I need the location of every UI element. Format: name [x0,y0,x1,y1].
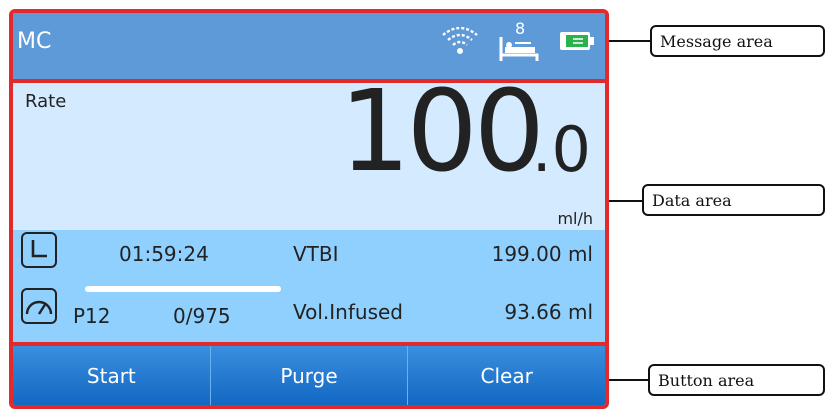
progress-bar [85,286,281,292]
vol-infused-label: Vol.Infused [293,300,403,324]
data-area-callout: Data area [642,184,825,216]
profile-label: P12 [73,304,111,328]
message-area-callout: Message area [650,25,825,57]
data-area-leader [609,200,642,202]
remaining-time: 01:59:24 [119,242,209,266]
purge-button[interactable]: Purge [211,346,409,405]
button-area-leader [609,379,648,381]
message-area-leader [609,40,650,42]
info-row-time: 01:59:24 VTBI 199.00 ml [13,232,605,284]
rate-unit: ml/h [557,209,593,228]
data-area: Rate 100 .0 ml/h [13,67,605,230]
patient-number: 8 [515,19,526,38]
battery-icon [559,30,595,56]
patient-bed-icon: 8 [497,19,541,63]
status-icons: 8 [441,19,595,63]
progress-fill [85,286,281,292]
vtbi-label: VTBI [293,242,339,266]
vol-infused-value: 93.66 ml [504,300,593,324]
pump-screen: MC 8 Rate 100 .0 ml/h 01:59:24 VTBI 199.… [9,9,609,409]
rate-value-decimal: .0 [531,113,591,186]
clock-icon [21,232,57,268]
progress-text: 0/975 [173,304,231,328]
start-button[interactable]: Start [13,346,211,405]
button-area-callout: Button area [648,364,825,396]
wifi-icon [441,25,479,61]
mode-label: MC [17,29,52,54]
vtbi-value: 199.00 ml [491,242,593,266]
button-area: Start Purge Clear [13,346,605,405]
info-area: 01:59:24 VTBI 199.00 ml P12 0/975 Vol.In… [13,230,605,342]
info-row-progress: P12 0/975 Vol.Infused 93.66 ml [13,284,605,336]
rate-value-integer: 100 [339,67,545,197]
rate-label: Rate [25,91,67,112]
pressure-gauge-icon [21,288,57,324]
clear-button[interactable]: Clear [408,346,605,405]
